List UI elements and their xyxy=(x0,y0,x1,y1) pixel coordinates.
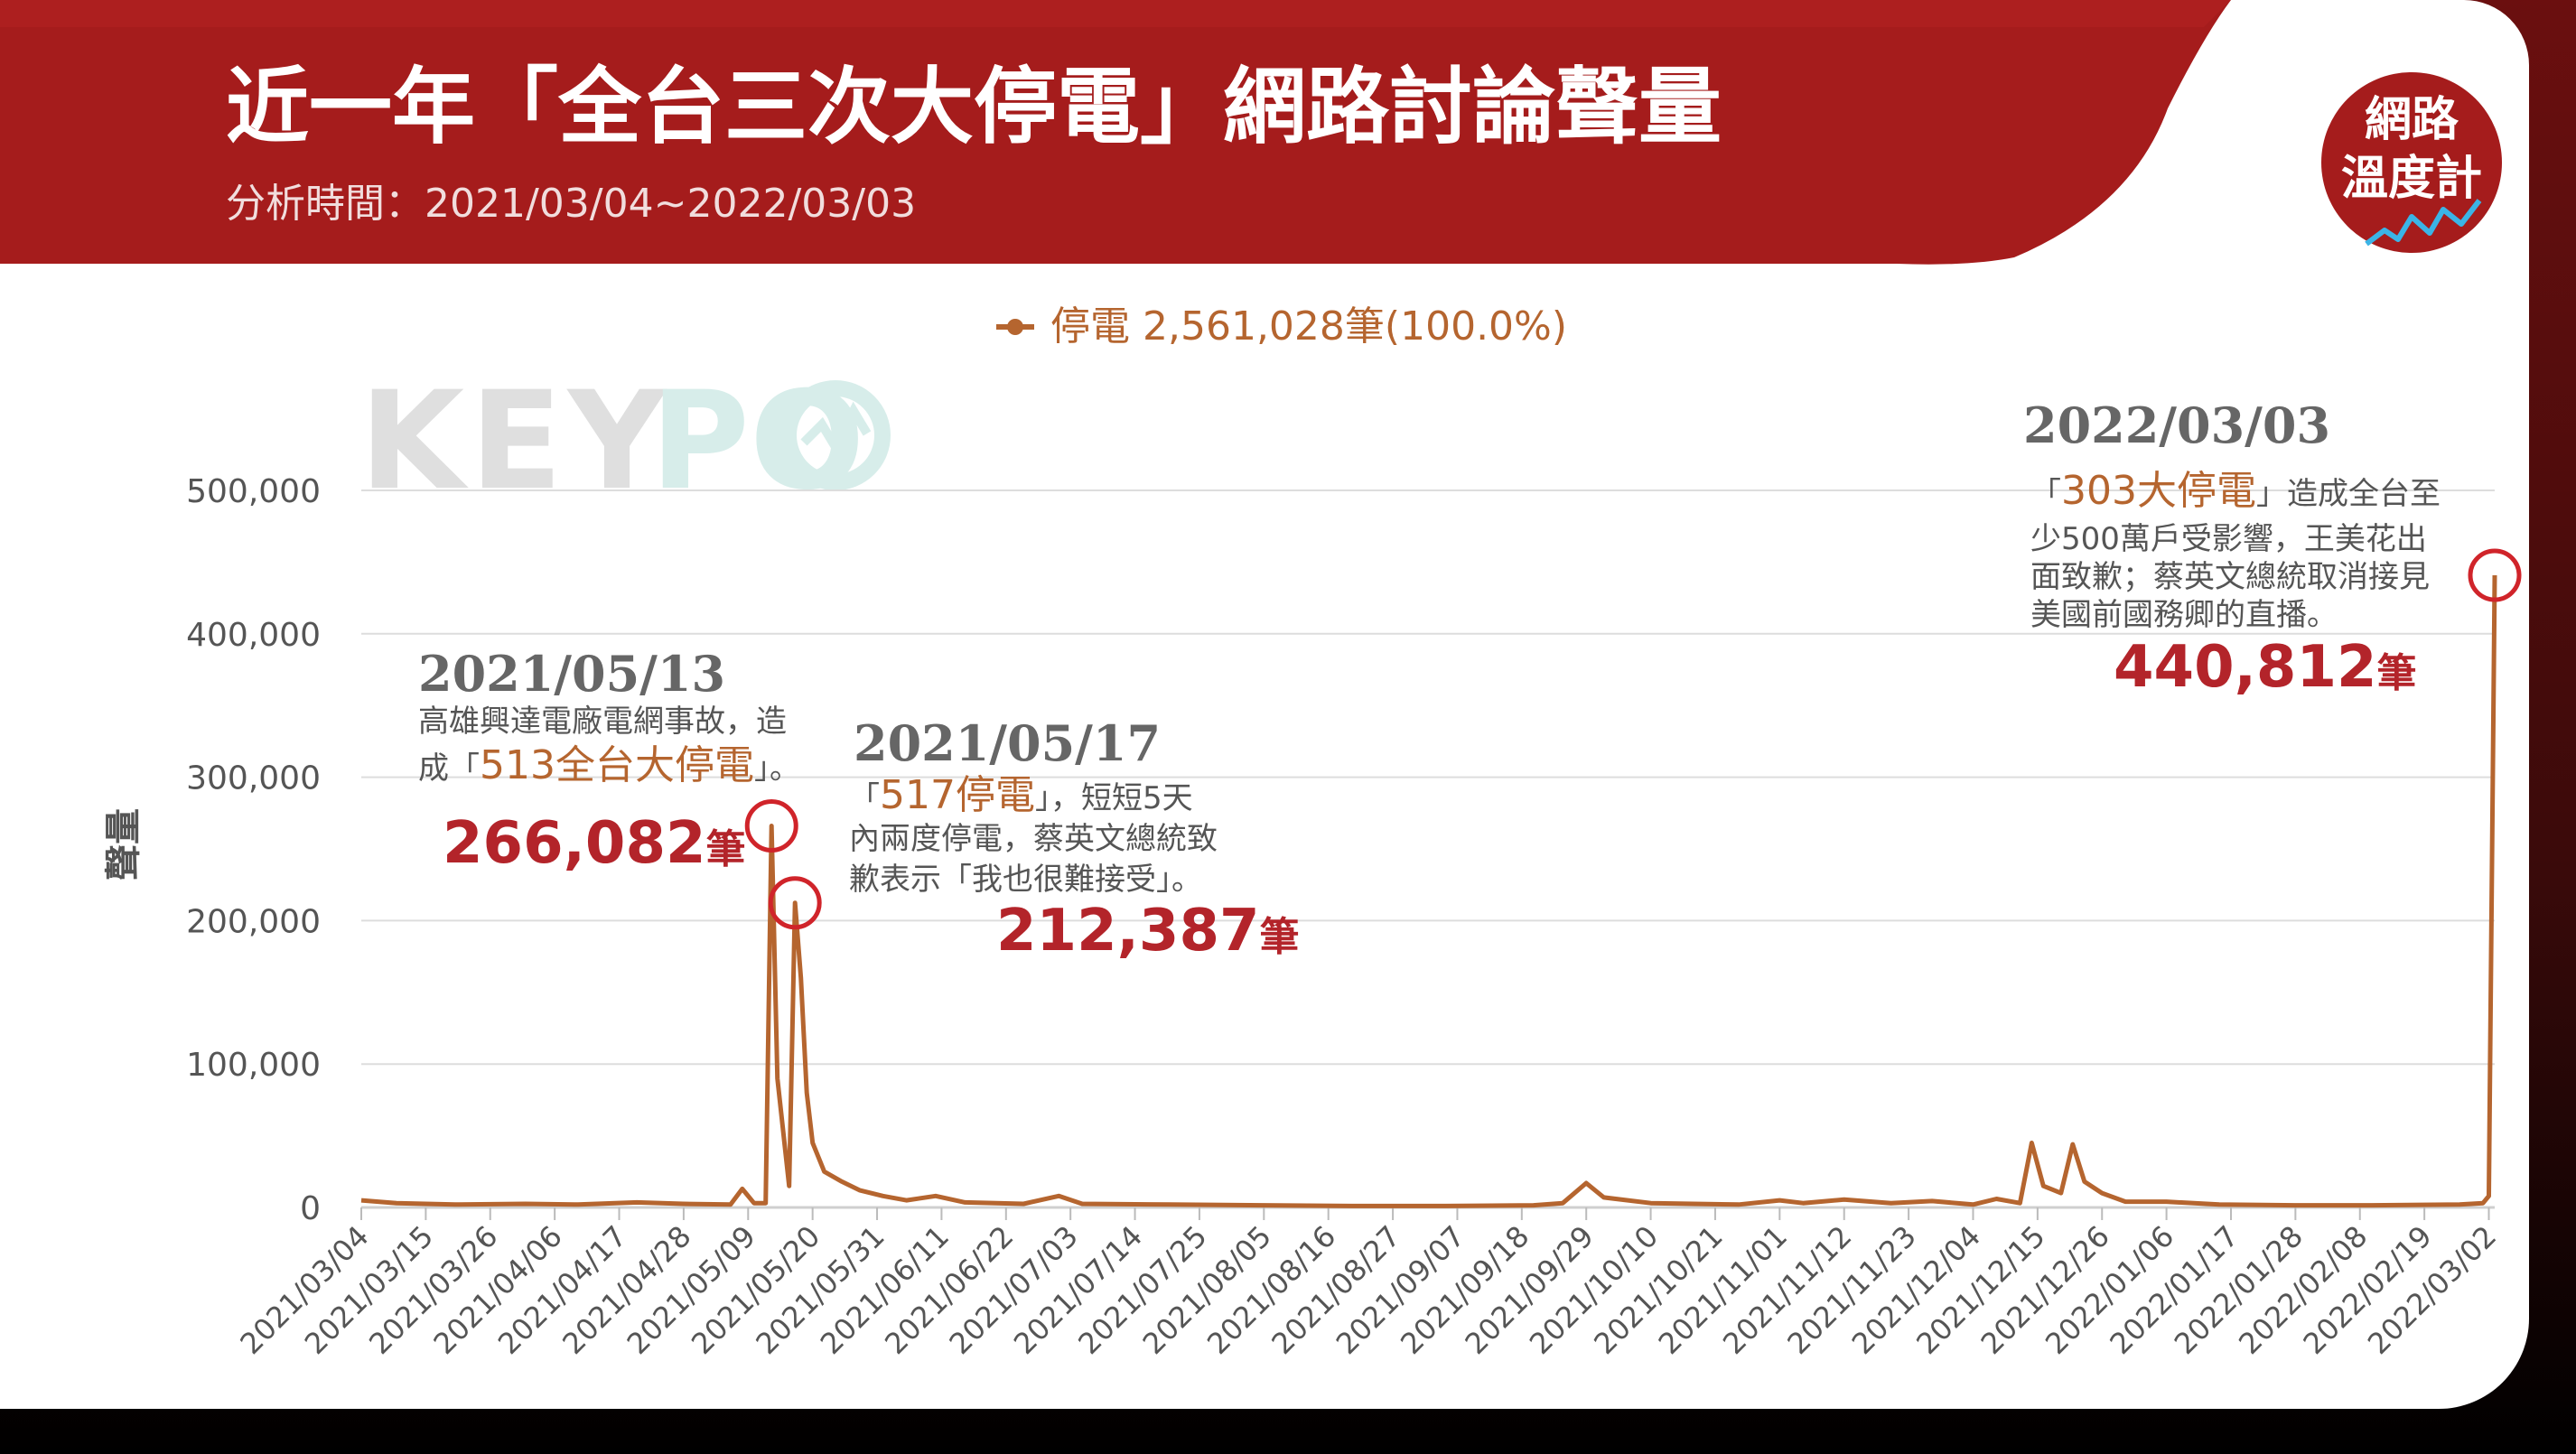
annotation-0517-desc1: 「517停電」，短短5天 xyxy=(849,772,1193,818)
keypo-watermark: KEY PO xyxy=(359,363,891,520)
annotation-0517-value: 212,387筆 xyxy=(996,898,1300,965)
annotation-0517-desc3: 歉表示「我也很難接受」。 xyxy=(849,862,1202,898)
annotation-0513: 2021/05/13 高雄興達電廠電網事故，造 成「513全台大停電」。 266… xyxy=(418,645,800,877)
annotation-0517-date: 2021/05/17 xyxy=(854,714,1161,772)
y-axis-ticks: 0 100,000 200,000 300,000 400,000 500,000 xyxy=(186,473,321,1227)
y-tick-label: 500,000 xyxy=(186,473,321,510)
annotation-0517-number: 212,387 xyxy=(996,898,1260,965)
y-tick-label: 100,000 xyxy=(186,1047,321,1084)
badge-line2: 溫度計 xyxy=(2341,152,2482,206)
annotation-0303-desc3: 面致歉；蔡英文總統取消接見 xyxy=(2030,559,2430,595)
page-subtitle: 分析時間：2021/03/04~2022/03/03 xyxy=(226,181,916,227)
annotation-0513-desc2-post: 」。 xyxy=(754,750,800,787)
watermark-key: KEY xyxy=(359,363,671,520)
annotation-0513-value: 266,082筆 xyxy=(443,810,746,877)
header-banner-shade xyxy=(0,0,2231,27)
annotation-0517-unit: 筆 xyxy=(1260,914,1300,960)
annotation-0303-number: 440,812 xyxy=(2114,634,2377,701)
annotation-0513-desc2-pre: 成「 xyxy=(418,750,480,787)
annotation-0303-date: 2022/03/03 xyxy=(2023,396,2330,454)
y-tick-label: 400,000 xyxy=(186,617,321,654)
annotation-0303-highlight: 303大停電 xyxy=(2061,468,2256,514)
y-tick-label: 300,000 xyxy=(186,760,321,797)
annotation-0513-date: 2021/05/13 xyxy=(418,645,725,703)
annotation-0303-value: 440,812筆 xyxy=(2114,634,2417,701)
annotation-0513-highlight: 513全台大停電 xyxy=(480,742,754,788)
annotation-0513-number: 266,082 xyxy=(443,810,706,877)
legend-label: 停電 2,561,028筆(100.0%) xyxy=(1050,303,1567,350)
legend-dot-icon xyxy=(1007,319,1023,335)
annotation-0513-desc1: 高雄興達電廠電網事故，造 xyxy=(418,704,787,740)
annotation-0303: 2022/03/03 「303大停電」造成全台至 少500萬戶受影響，王美花出 … xyxy=(2023,396,2522,701)
annotation-0517-highlight: 517停電 xyxy=(880,772,1035,818)
badge-line1: 網路 xyxy=(2365,93,2459,147)
annotation-0517-desc1-post: 」，短短5天 xyxy=(1035,780,1193,816)
y-tick-label: 0 xyxy=(300,1190,321,1227)
page-title: 近一年「全台三次大停電」網路討論聲量 xyxy=(226,59,1722,155)
annotation-0517: 2021/05/17 「517停電」，短短5天 內兩度停電，蔡英文總統致 歉表示… xyxy=(768,714,1300,965)
annotation-0517-desc1-pre: 「 xyxy=(849,780,880,816)
annotation-0303-desc4: 美國前國務卿的直播。 xyxy=(2030,597,2338,633)
annotation-0513-unit: 筆 xyxy=(706,826,746,872)
annotation-0303-desc1-post: 」造成全台至 xyxy=(2256,476,2441,512)
annotation-0517-desc2: 內兩度停電，蔡英文總統致 xyxy=(849,821,1218,857)
annotation-0303-desc1-pre: 「 xyxy=(2030,476,2061,512)
y-tick-label: 200,000 xyxy=(186,903,321,940)
y-axis-label: 聲量 xyxy=(103,808,145,881)
brand-badge: 網路 溫度計 xyxy=(2321,72,2502,253)
annotation-0303-unit: 筆 xyxy=(2377,650,2417,696)
annotation-0513-desc2: 成「513全台大停電」。 xyxy=(418,742,800,788)
annotation-0303-desc2: 少500萬戶受影響，王美花出 xyxy=(2030,521,2427,557)
annotation-0303-desc1: 「303大停電」造成全台至 xyxy=(2030,468,2441,514)
legend: 停電 2,561,028筆(100.0%) xyxy=(996,303,1567,350)
x-axis-ticks: 2021/03/042021/03/152021/03/262021/04/06… xyxy=(233,1207,2503,1361)
chart-canvas: 近一年「全台三次大停電」網路討論聲量 分析時間：2021/03/04~2022/… xyxy=(0,0,2522,1361)
